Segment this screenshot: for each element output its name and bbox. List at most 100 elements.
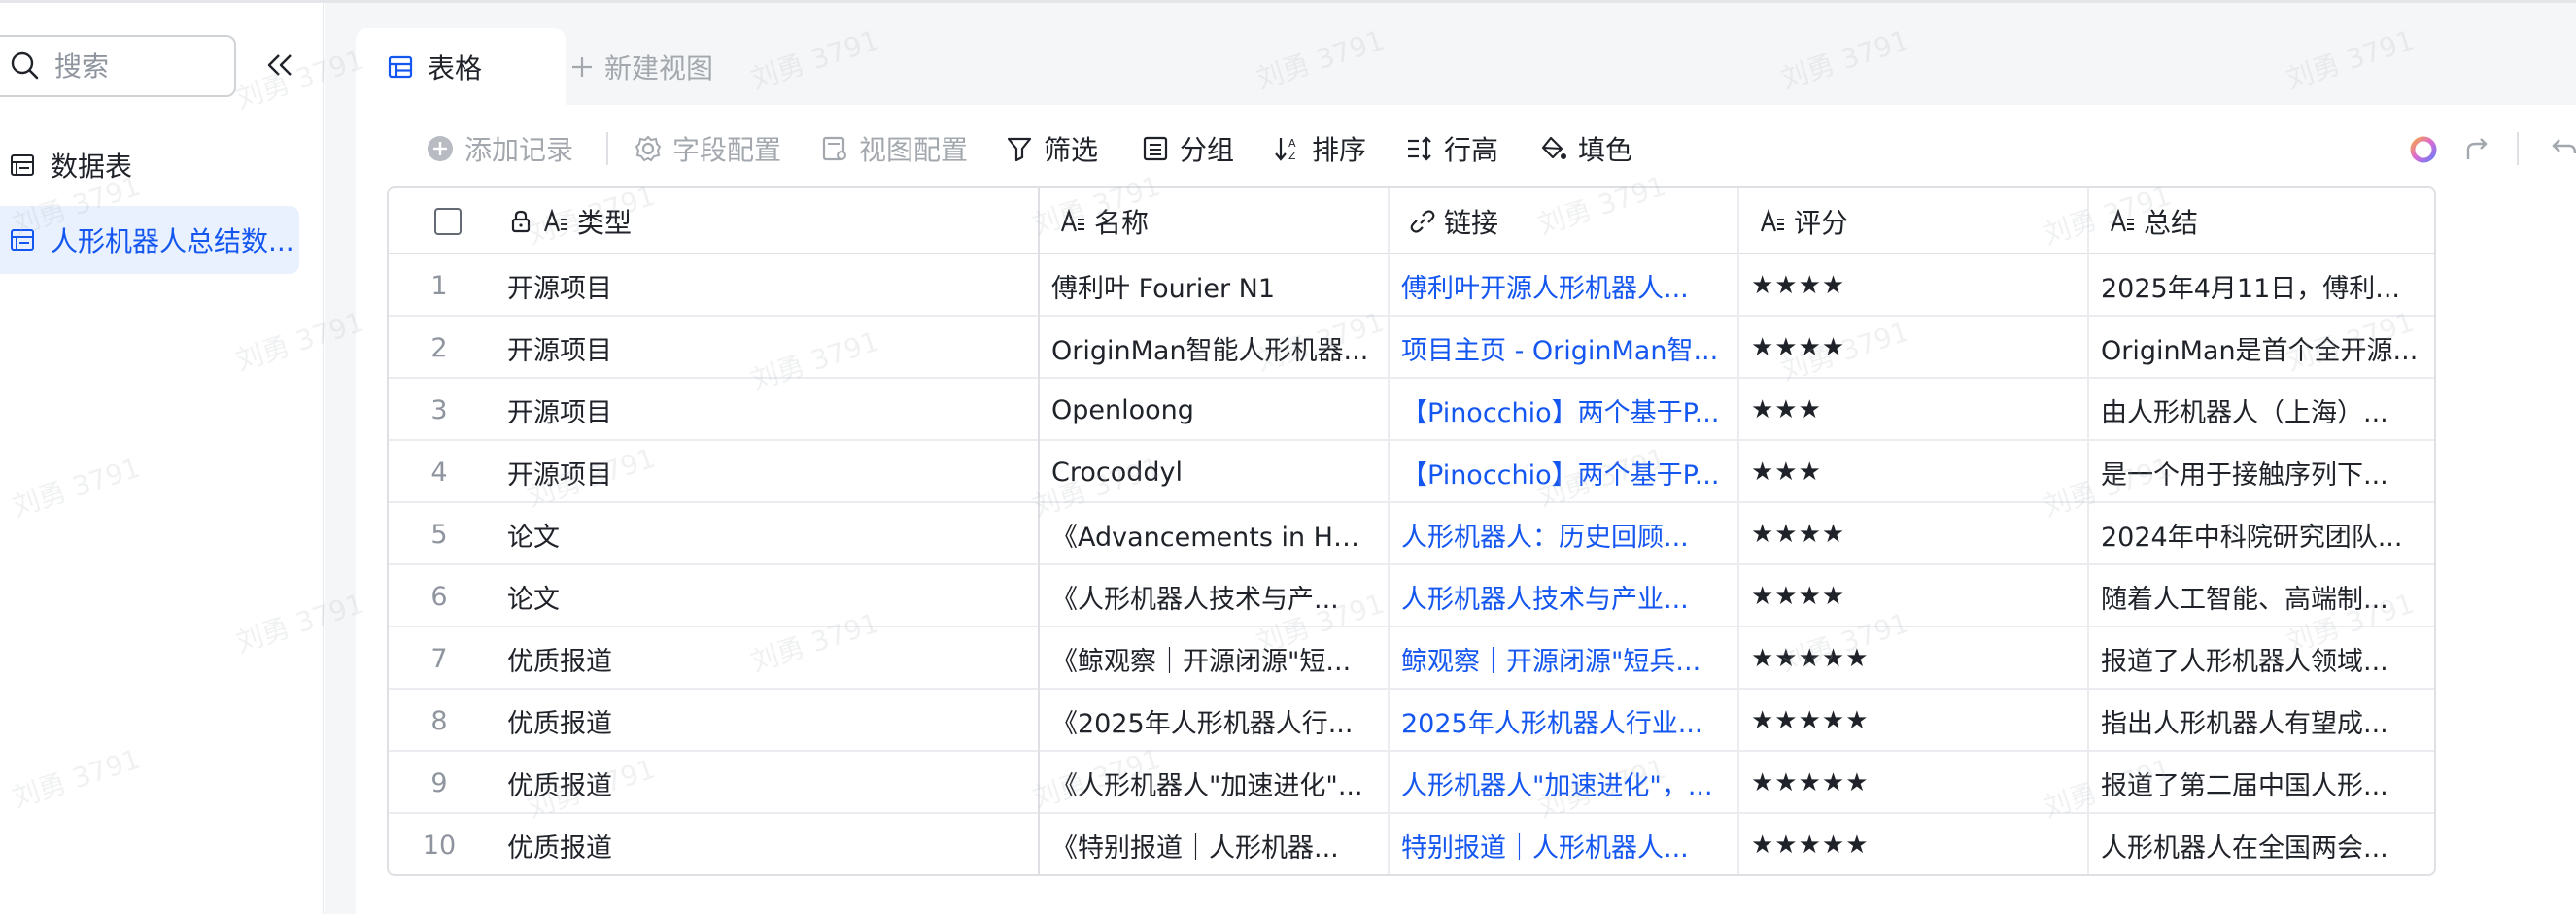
cell-link[interactable]: 鲸观察｜开源闭源"短兵... <box>1388 627 1737 690</box>
filter-button[interactable]: 筛选 <box>1005 126 1098 171</box>
column-header-rating[interactable]: 评分 <box>1745 188 2093 254</box>
fill-color-button[interactable]: 填色 <box>1539 126 1632 171</box>
row-link[interactable]: 傅利叶开源人形机器人... <box>1401 267 1724 305</box>
cell-text: Openloong <box>1051 394 1194 425</box>
link-icon <box>1410 210 1435 233</box>
svg-text:Z: Z <box>1288 150 1296 162</box>
sidebar: 数据表 人形机器人总结数... <box>0 3 324 914</box>
cell-text: ★★★★★ <box>1751 644 1870 673</box>
cell-text: ★★★★ <box>1751 271 1846 300</box>
lock-icon <box>511 210 531 233</box>
table-row[interactable]: 7 优质报道 《鲸观察｜开源闭源"短... 鲸观察｜开源闭源"短兵... ★★★★★ 报道… <box>389 627 2434 690</box>
main-area: 表格 新建视图 添加记录 字段配置 视图配置 筛选 分组 A Z 排序 行高 填… <box>325 3 2576 914</box>
cell-text: ★★★ <box>1751 457 1822 487</box>
cell-type: 优质报道 <box>494 627 1038 690</box>
cell-link[interactable]: 特别报道｜人形机器人... <box>1388 814 1737 874</box>
row-link[interactable]: 2025年人形机器人行业... <box>1401 702 1724 740</box>
plus-icon <box>572 56 592 77</box>
table-row[interactable]: 5 论文 《Advancements in Hu... 人形机器人：历史回顾... ★★… <box>389 503 2434 565</box>
row-link[interactable]: 人形机器人：历史回顾... <box>1401 516 1724 554</box>
cell-text: 《Advancements in Hu... <box>1051 522 1374 553</box>
cell-link[interactable]: 人形机器人"加速进化"，... <box>1388 752 1737 814</box>
table-row[interactable]: 1 开源项目 傅利叶 Fourier N1 傅利叶开源人形机器人... ★★★★ 2025… <box>389 254 2434 317</box>
cell-rating: ★★★★ <box>1737 254 2087 317</box>
cell-type: 论文 <box>494 565 1038 627</box>
column-header-link[interactable]: 链接 <box>1395 188 1743 254</box>
cell-text: 开源项目 <box>507 459 612 491</box>
cell-link[interactable]: 傅利叶开源人形机器人... <box>1388 254 1737 317</box>
table-row[interactable]: 8 优质报道 《2025年人形机器人行... 2025年人形机器人行业... ★★★★★… <box>389 690 2434 752</box>
cell-link[interactable]: 人形机器人技术与产业... <box>1388 565 1737 627</box>
cell-type: 开源项目 <box>494 317 1038 379</box>
new-view-button[interactable]: 新建视图 <box>569 28 713 105</box>
column-divider <box>2087 188 2089 874</box>
group-label: 分组 <box>1180 134 1235 166</box>
cell-link[interactable]: 【Pinocchio】两个基于P... <box>1388 379 1737 441</box>
cell-text: 傅利叶 Fourier N1 <box>1051 273 1276 304</box>
cell-name: 傅利叶 Fourier N1 <box>1038 254 1388 317</box>
row-number: 8 <box>430 705 448 736</box>
cell-type: 优质报道 <box>494 814 1038 874</box>
cell-text: Crocoddyl <box>1051 457 1183 488</box>
field-config-button[interactable]: 字段配置 <box>634 126 781 171</box>
cell-summary: 随着人工智能、高端制... <box>2087 565 2434 627</box>
table-row[interactable]: 9 优质报道 《人形机器人"加速进化"... 人形机器人"加速进化"，... ★★★★★… <box>389 752 2434 814</box>
search-input[interactable] <box>54 50 200 83</box>
row-link[interactable]: 【Pinocchio】两个基于P... <box>1401 391 1724 429</box>
view-config-button[interactable]: 视图配置 <box>820 126 968 171</box>
table-row[interactable]: 6 论文 《人形机器人技术与产... 人形机器人技术与产业... ★★★★ 随着人工智能、… <box>389 565 2434 627</box>
undo-icon[interactable] <box>2548 134 2576 165</box>
tab-grid-view[interactable]: 表格 <box>356 28 566 105</box>
cell-link[interactable]: 2025年人形机器人行业... <box>1388 690 1737 752</box>
search-box[interactable] <box>0 35 236 97</box>
select-all-checkbox[interactable] <box>434 208 462 235</box>
new-view-label: 新建视图 <box>604 51 714 85</box>
row-link[interactable]: 特别报道｜人形机器人... <box>1401 827 1724 864</box>
table-row[interactable]: 3 开源项目 Openloong 【Pinocchio】两个基于P... ★★★ 由人形机… <box>389 379 2434 441</box>
cell-text: ★★★★★ <box>1751 768 1870 797</box>
column-header-name[interactable]: 名称 <box>1046 188 1393 254</box>
row-link[interactable]: 人形机器人技术与产业... <box>1401 578 1724 616</box>
field-config-label: 字段配置 <box>672 134 782 166</box>
table-row[interactable]: 10 优质报道 《特别报道｜人形机器... 特别报道｜人形机器人... ★★★★★ 人形机… <box>389 814 2434 874</box>
column-title: 评分 <box>1794 207 1849 239</box>
cell-rating: ★★★★★ <box>1737 752 2087 814</box>
row-height-label: 行高 <box>1444 134 1499 166</box>
row-link[interactable]: 人形机器人"加速进化"，... <box>1401 764 1724 802</box>
cell-text: 《鲸观察｜开源闭源"短... <box>1051 646 1352 677</box>
row-link[interactable]: 项目主页 - OriginMan智... <box>1401 329 1724 367</box>
add-record-label: 添加记录 <box>464 134 574 166</box>
column-header-summary[interactable]: 总结 <box>2095 188 2434 254</box>
add-record-button[interactable]: 添加记录 <box>426 126 573 171</box>
cell-text: 论文 <box>507 584 560 615</box>
row-link[interactable]: 鲸观察｜开源闭源"短兵... <box>1401 640 1724 678</box>
cell-text: 随着人工智能、高端制... <box>2101 584 2388 615</box>
cell-link[interactable]: 人形机器人：历史回顾... <box>1388 503 1737 565</box>
column-header-type[interactable]: 类型 <box>494 188 1096 254</box>
column-divider <box>1388 188 1390 874</box>
sidebar-item-robot-summary[interactable]: 人形机器人总结数... <box>0 206 299 274</box>
column-title: 类型 <box>577 207 633 239</box>
row-height-button[interactable]: 行高 <box>1405 126 1498 171</box>
sidebar-item-label: 人形机器人总结数... <box>51 225 294 257</box>
cell-type: 优质报道 <box>494 752 1038 814</box>
cell-summary: 2025年4月11日，傅利... <box>2087 254 2434 317</box>
group-button[interactable]: 分组 <box>1141 126 1234 171</box>
view-tab-bar: 表格 新建视图 <box>325 3 2576 105</box>
row-number: 1 <box>430 270 448 301</box>
table-row[interactable]: 4 开源项目 Crocoddyl 【Pinocchio】两个基于P... ★★★ 是一个用… <box>389 441 2434 503</box>
table-row[interactable]: 2 开源项目 OriginMan智能人形机器... 项目主页 - OriginMan智… <box>389 317 2434 379</box>
share-icon[interactable] <box>2462 134 2493 165</box>
cell-link[interactable]: 项目主页 - OriginMan智... <box>1388 317 1737 379</box>
sort-label: 排序 <box>1312 134 1367 166</box>
fill-color-label: 填色 <box>1578 134 1633 166</box>
sidebar-item-datatable[interactable]: 数据表 <box>0 131 299 199</box>
ai-assistant-icon[interactable] <box>2408 134 2439 165</box>
row-link[interactable]: 【Pinocchio】两个基于P... <box>1401 454 1724 491</box>
view-config-label: 视图配置 <box>859 134 969 166</box>
cell-name: Crocoddyl <box>1038 441 1388 503</box>
cell-text: 2025年4月11日，傅利... <box>2101 273 2400 304</box>
sort-button[interactable]: A Z 排序 <box>1273 126 1366 171</box>
cell-link[interactable]: 【Pinocchio】两个基于P... <box>1388 441 1737 503</box>
collapse-sidebar-icon[interactable] <box>262 48 297 83</box>
